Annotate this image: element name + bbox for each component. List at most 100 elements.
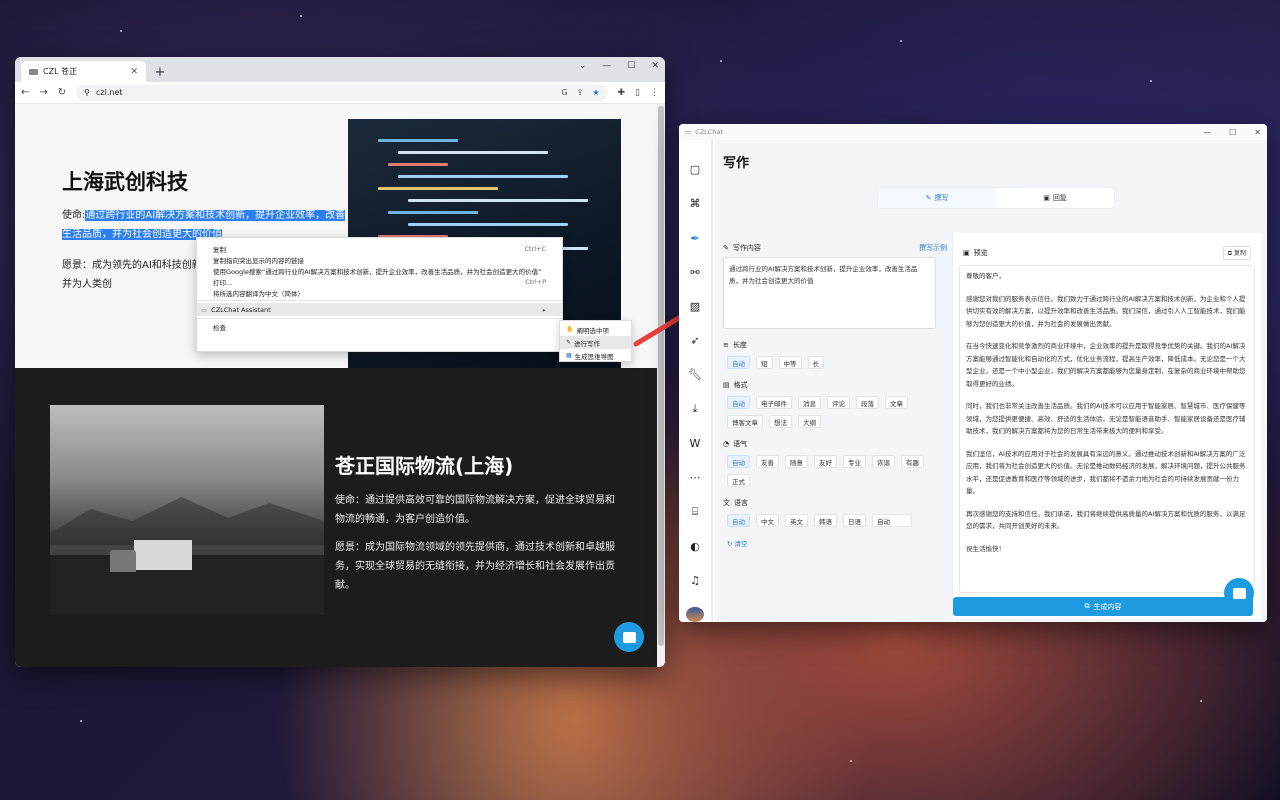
language-chip[interactable]: 中文 (756, 514, 779, 527)
preview-content[interactable]: 尊敬的客户， 感谢您对我们的服务表示信任。我们致力于通过跨行业的AI解决方案和技… (959, 265, 1255, 593)
tone-chip[interactable]: 随意 (785, 455, 808, 468)
length-chip[interactable]: 中等 (778, 356, 802, 369)
write-pen-icon[interactable]: ✒ (686, 230, 704, 245)
language-chip[interactable]: 英文 (785, 514, 808, 527)
minimize-icon[interactable]: — (602, 61, 611, 71)
sidepanel-icon[interactable]: ▯ (635, 88, 640, 98)
url-field[interactable]: ⚲ czl.net G ⇪ ★ (76, 84, 608, 101)
chat-bubble-button[interactable] (1224, 578, 1254, 608)
example-link[interactable]: 撰写示例 (919, 243, 947, 253)
ctx-inspect[interactable]: 检查 (197, 321, 562, 332)
site-info-icon[interactable]: ⚲ (84, 88, 90, 97)
word-icon[interactable]: W (686, 436, 704, 451)
forward-icon[interactable]: → (39, 87, 47, 98)
format-chip[interactable]: 想法 (769, 415, 792, 428)
menu-icon[interactable]: ⋮ (650, 88, 659, 98)
theme-icon[interactable]: ◐ (686, 538, 704, 553)
reload-icon[interactable]: ↻ (58, 87, 66, 98)
extensions-icon[interactable]: ✚ (618, 88, 626, 98)
format-chip[interactable]: 段落 (856, 396, 879, 409)
language-select[interactable]: 自动 (872, 514, 912, 527)
submenu-explain[interactable]: ✋ 阐明选中项 (560, 323, 631, 336)
length-chip[interactable]: 自动 (727, 356, 750, 369)
pen-icon: ✎ (723, 244, 729, 252)
format-chip[interactable]: 电子邮件 (756, 396, 792, 409)
tone-chip[interactable]: 正式 (727, 474, 750, 487)
rocket-icon[interactable]: ➶ (686, 333, 704, 348)
bell-icon[interactable]: ♫ (686, 573, 704, 588)
selected-text[interactable]: 通过跨行业的AI解决方案和技术创新，提升企业效率，改善生活品质，并为社会创造更大… (62, 210, 346, 240)
preview-panel: ▣ 预览 ⧉ 复制 尊敬的客户， 感谢您对我们的服务表示信任。我们致力于通过跨行… (952, 233, 1261, 619)
generate-icon: ⧉ (1084, 602, 1090, 610)
page-scrollbar[interactable] (657, 104, 665, 667)
submenu-write[interactable]: ✎ 进行写作 (560, 336, 631, 349)
tone-chip[interactable]: 有趣 (901, 455, 924, 468)
ctx-czlchat-assistant[interactable]: ▭ CZLChat Assistant ▸ (197, 303, 562, 316)
browser-tab[interactable]: CZL 苍正 ✕ (21, 61, 146, 82)
generate-button[interactable]: ⧉ 生成内容 (953, 597, 1253, 616)
chat-icon[interactable]: ▢ (686, 162, 704, 177)
length-chip[interactable]: 短 (756, 356, 773, 369)
company-vision-2: 愿景：成为国际物流领域的领先提供商，通过技术创新和卓越服务，实现全球贸易的无缝衔… (335, 542, 615, 591)
format-chip[interactable]: 评论 (827, 396, 850, 409)
avatar[interactable] (686, 606, 704, 622)
share-nodes-icon[interactable]: ⚯ (686, 265, 704, 280)
language-chip[interactable]: 韩语 (814, 514, 837, 527)
gift-icon[interactable]: ⌸ (686, 504, 704, 519)
favicon-icon (29, 68, 38, 75)
close-tab-icon[interactable]: ✕ (130, 67, 138, 77)
length-chip[interactable]: 长 (807, 356, 824, 369)
command-icon[interactable]: ⌘ (686, 196, 704, 211)
copy-button[interactable]: ⧉ 复制 (1222, 246, 1251, 260)
close-window-icon[interactable]: ✕ (1254, 128, 1261, 137)
tone-chip[interactable]: 友善 (756, 455, 779, 468)
ctx-translate[interactable]: 将所选内容翻译为中文（简体） (197, 287, 562, 298)
preview-header: ▣ 预览 ⧉ 复制 (953, 233, 1261, 260)
maximize-icon[interactable]: ☐ (627, 61, 635, 71)
tab-compose[interactable]: ✎ 撰写 (878, 188, 996, 208)
ctx-copy[interactable]: 复制 Ctrl+C (197, 243, 562, 254)
format-chip[interactable]: 博客文章 (727, 415, 763, 428)
window-controls: ⌄ — ☐ ✕ (579, 61, 659, 71)
format-chip[interactable]: 自动 (727, 396, 750, 409)
chat-bubble-button[interactable] (614, 622, 644, 652)
format-chip[interactable]: 消息 (798, 396, 821, 409)
content-header: ✎ 写作内容 撰写示例 (723, 243, 947, 253)
tone-icon: ◔ (723, 440, 730, 448)
options-panel: ✎ 写作内容 撰写示例 通过跨行业的AI解决方案和技术创新，提升企业效率，改善生… (723, 242, 947, 614)
close-window-icon[interactable]: ✕ (651, 61, 659, 71)
maximize-icon[interactable]: ☐ (1229, 128, 1236, 137)
format-chip[interactable]: 大纲 (798, 415, 821, 428)
tone-chip[interactable]: 专业 (843, 455, 866, 468)
language-chip[interactable]: 日语 (843, 514, 866, 527)
tone-chip[interactable]: 友好 (814, 455, 837, 468)
reset-button[interactable]: ↻ 清空 (727, 538, 947, 548)
language-group: 文语言 自动 中文 英文 韩语 日语 自动 (723, 497, 947, 527)
ctx-google-search[interactable]: 使用Google搜索“通过跨行业的AI解决方案和技术创新，提升企业效率，改善生活… (197, 265, 562, 276)
truck-image (50, 405, 324, 615)
download-icon[interactable]: ⤓ (686, 402, 704, 417)
wrench-icon[interactable]: 🔧︎ (686, 367, 704, 382)
image-icon[interactable]: ▨ (686, 299, 704, 314)
google-icon[interactable]: G (561, 88, 567, 97)
mode-tabs: ✎ 撰写 ▣ 回复 (877, 187, 1115, 209)
new-tab-button[interactable]: + (150, 62, 170, 82)
minimize-icon[interactable]: — (1203, 128, 1211, 137)
submenu-mindmap[interactable]: ▦ 生成思维导图 (560, 349, 631, 362)
tab-search-icon[interactable]: ⌄ (579, 61, 587, 71)
share-icon[interactable]: ⇪ (577, 88, 584, 97)
length-group: ≡ 长度 自动 短 中等 长 (723, 339, 947, 369)
ctx-print[interactable]: 打印... Ctrl+P (197, 276, 562, 287)
tone-chip[interactable]: 诙谐 (872, 455, 895, 468)
content-textarea[interactable]: 通过跨行业的AI解决方案和技术创新，提升企业效率，改善生活品质，并为社会创造更大… (723, 257, 936, 329)
back-icon[interactable]: ← (21, 87, 29, 98)
ctx-copy-link[interactable]: 复制指向突出显示的内容的链接 (197, 254, 562, 265)
tab-reply[interactable]: ▣ 回复 (996, 188, 1114, 208)
format-chip[interactable]: 文章 (885, 396, 908, 409)
tone-group: ◔ 语气 自动 友善 随意 友好 专业 诙谐 有趣 正式 (723, 438, 947, 487)
language-chip[interactable]: 自动 (727, 514, 750, 527)
more-icon[interactable]: ⋯ (686, 470, 704, 485)
bookmark-star-icon[interactable]: ★ (592, 88, 599, 97)
czlchat-submenu: ✋ 阐明选中项 ✎ 进行写作 ▦ 生成思维导图 (559, 320, 632, 362)
tone-chip[interactable]: 自动 (727, 455, 750, 468)
